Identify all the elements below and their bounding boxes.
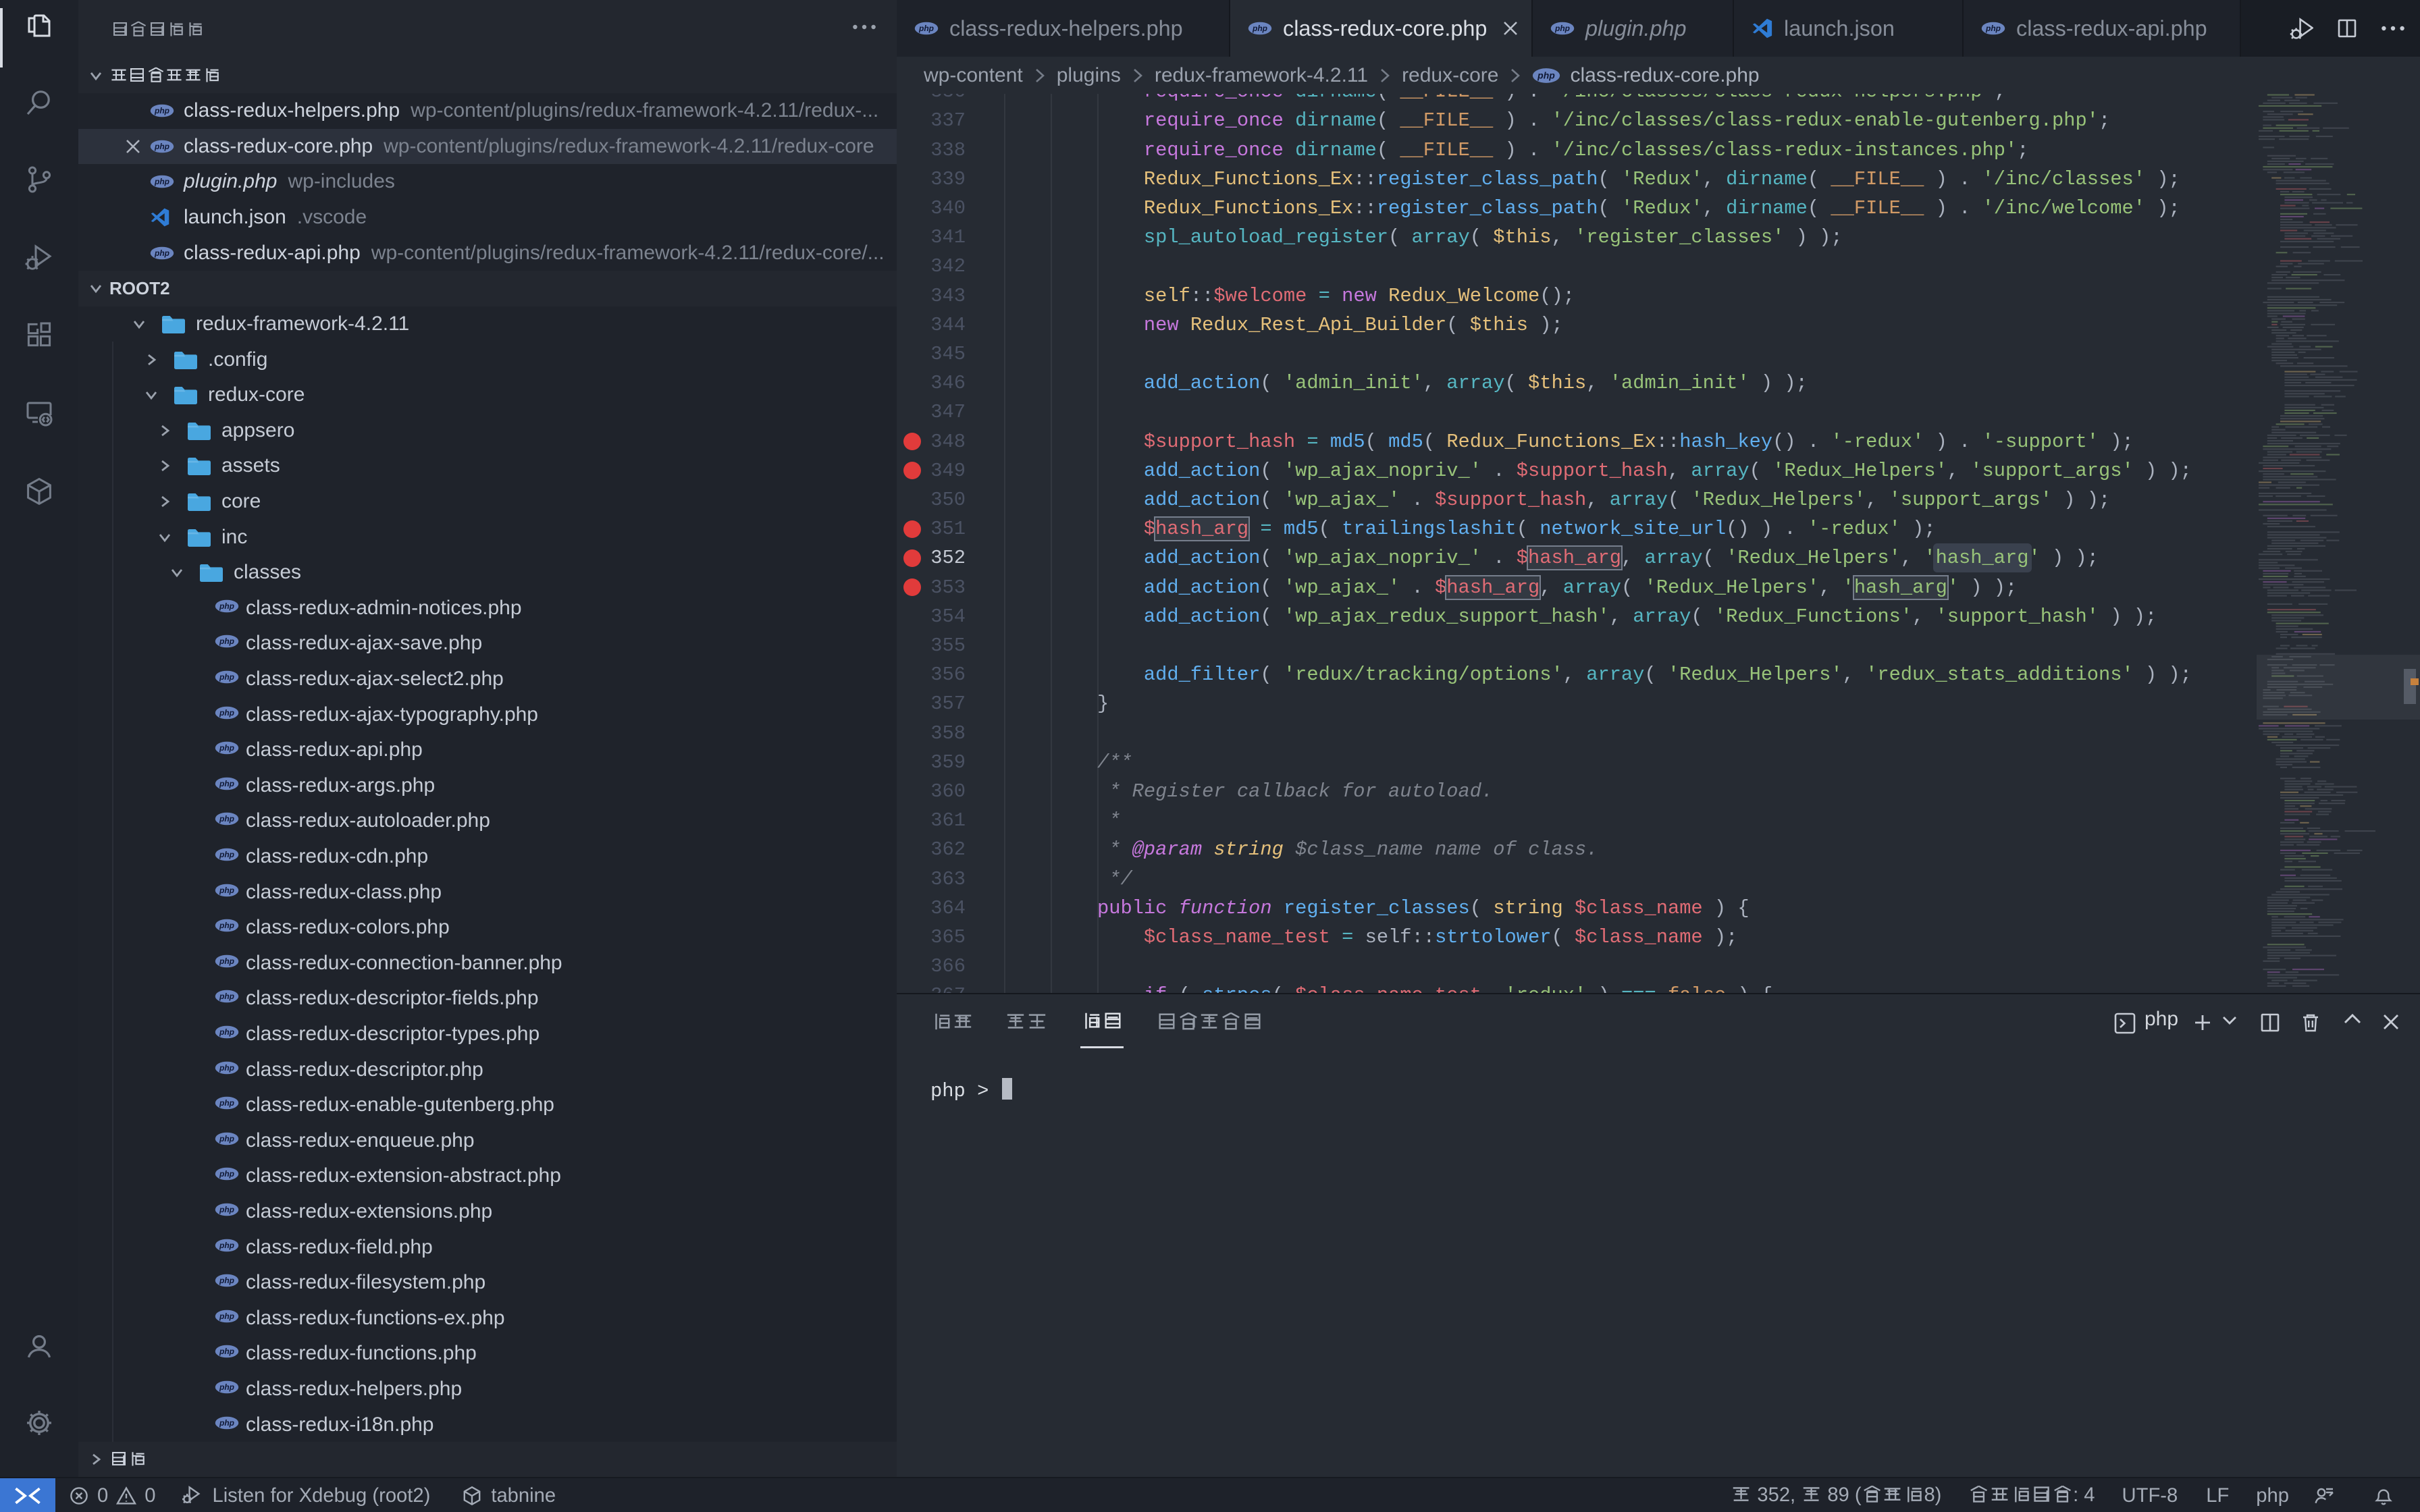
svg-text:php: php [219, 1205, 234, 1214]
svg-text:php: php [219, 850, 234, 859]
svg-text:php: php [1985, 24, 2001, 33]
svg-text:php: php [219, 1418, 234, 1428]
svg-text:php: php [219, 814, 234, 824]
svg-text:php: php [219, 956, 234, 966]
svg-text:php: php [1252, 24, 1267, 33]
svg-text:php: php [219, 1098, 234, 1108]
svg-text:php: php [219, 921, 234, 930]
svg-text:php: php [219, 1169, 234, 1179]
svg-text:php: php [219, 708, 234, 718]
svg-text:php: php [219, 1276, 234, 1285]
svg-text:php: php [219, 672, 234, 682]
svg-text:php: php [1537, 70, 1556, 80]
svg-text:php: php [219, 1382, 234, 1392]
svg-text:php: php [219, 779, 234, 788]
svg-text:php: php [219, 1027, 234, 1037]
svg-text:php: php [1554, 24, 1570, 33]
svg-text:php: php [219, 1063, 234, 1073]
svg-text:php: php [219, 1134, 234, 1143]
svg-text:php: php [219, 1312, 234, 1321]
svg-text:php: php [918, 24, 934, 33]
svg-text:php: php [219, 601, 234, 611]
svg-text:php: php [219, 886, 234, 895]
svg-text:php: php [219, 1241, 234, 1250]
svg-text:php: php [154, 178, 169, 187]
svg-text:php: php [154, 142, 169, 151]
svg-text:php: php [154, 106, 169, 115]
svg-text:php: php [219, 637, 234, 646]
svg-text:php: php [219, 992, 234, 1001]
svg-text:php: php [219, 1347, 234, 1356]
svg-text:php: php [219, 743, 234, 753]
svg-text:php: php [154, 248, 169, 258]
